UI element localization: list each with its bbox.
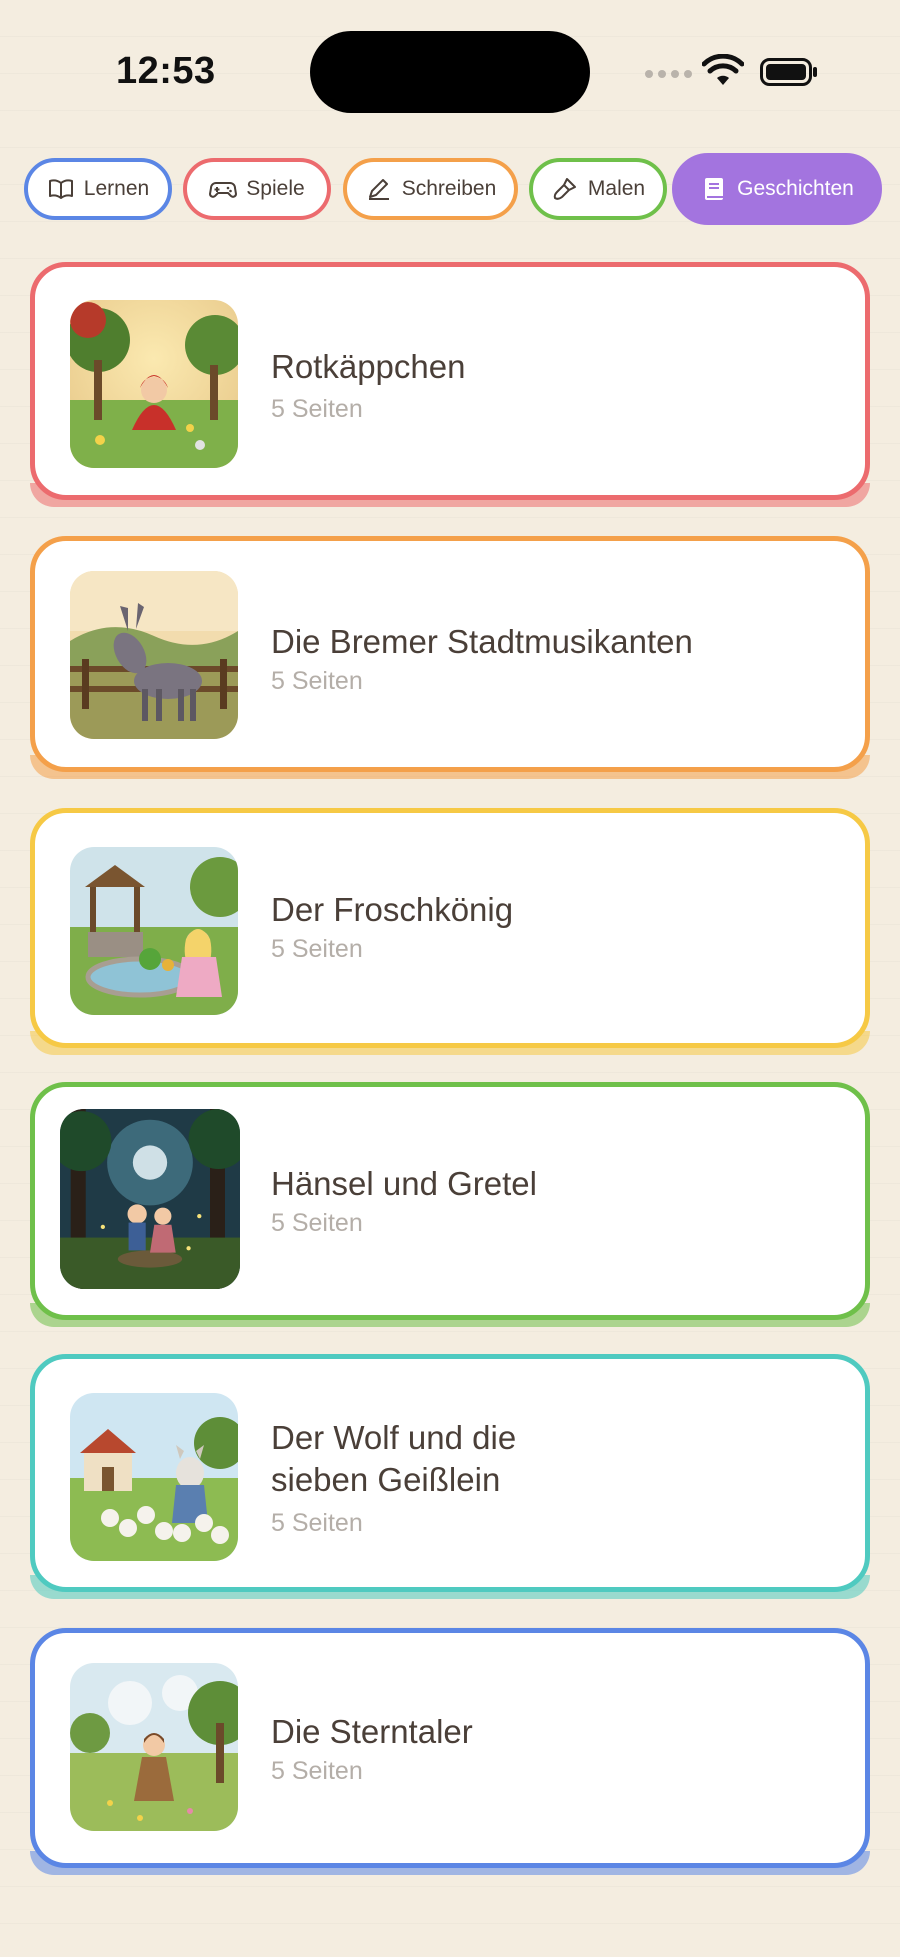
story-page-count: 5 Seiten <box>271 1757 363 1785</box>
story-card-haensel-und-gretel[interactable]: Hänsel und Gretel 5 Seiten <box>30 1082 870 1327</box>
paintbrush-icon <box>553 178 576 200</box>
story-title: Der Froschkönig <box>271 891 514 928</box>
story-card-bremer-stadtmusikanten[interactable]: Die Bremer Stadtmusikanten 5 Seiten <box>30 536 870 779</box>
story-card-rotkaeppchen[interactable]: Rotkäppchen 5 Seiten <box>30 262 870 507</box>
story-page-count: 5 Seiten <box>271 1509 363 1537</box>
little-red-riding-hood-image <box>70 300 238 468</box>
tab-label: Lernen <box>83 177 150 200</box>
story-page-count: 5 Seiten <box>271 935 363 963</box>
tab-label: Spiele <box>246 177 305 200</box>
status-time: 12:53 <box>116 50 216 92</box>
dynamic-island <box>310 31 590 113</box>
book-icon <box>705 178 724 200</box>
story-title-line-2: sieben Geißlein <box>271 1461 501 1498</box>
story-title-line-1: Der Wolf und die <box>271 1419 517 1456</box>
wifi-icon <box>702 54 744 85</box>
tab-geschichten[interactable]: Geschichten <box>672 153 882 225</box>
tab-schreiben[interactable]: Schreiben <box>343 158 518 220</box>
status-bar: 12:53 <box>0 0 900 130</box>
gamepad-icon <box>209 182 238 198</box>
story-page-count: 5 Seiten <box>271 667 363 695</box>
star-money-image <box>70 1663 238 1831</box>
cellular-signal-icon <box>645 70 692 78</box>
tab-label: Malen <box>587 177 646 200</box>
tab-malen[interactable]: Malen <box>529 158 667 220</box>
story-page-count: 5 Seiten <box>271 395 363 423</box>
wolf-seven-goats-image <box>70 1393 238 1561</box>
category-tabs: Lernen Spiele Schreiben Malen Geschichte… <box>0 153 900 232</box>
pencil-icon <box>368 179 389 200</box>
book-open-icon <box>48 179 73 199</box>
frog-prince-image <box>70 847 238 1015</box>
story-page-count: 5 Seiten <box>271 1209 363 1237</box>
story-card-wolf-und-geisslein[interactable]: Der Wolf und die sieben Geißlein 5 Seite… <box>30 1354 870 1599</box>
story-card-froschkoenig[interactable]: Der Froschkönig 5 Seiten <box>30 808 870 1055</box>
story-title: Die Bremer Stadtmusikanten <box>271 623 693 660</box>
story-title: Die Sterntaler <box>271 1713 473 1750</box>
hansel-gretel-image <box>60 1109 240 1289</box>
tab-spiele[interactable]: Spiele <box>183 158 331 220</box>
tab-lernen[interactable]: Lernen <box>24 158 172 220</box>
story-title: Hänsel und Gretel <box>271 1165 537 1202</box>
donkey-image <box>70 571 238 739</box>
tab-label: Schreiben <box>401 177 497 200</box>
battery-icon <box>760 58 817 86</box>
story-title: Rotkäppchen <box>271 348 466 385</box>
story-card-sterntaler[interactable]: Die Sterntaler 5 Seiten <box>30 1628 870 1875</box>
tab-label: Geschichten <box>737 177 854 200</box>
